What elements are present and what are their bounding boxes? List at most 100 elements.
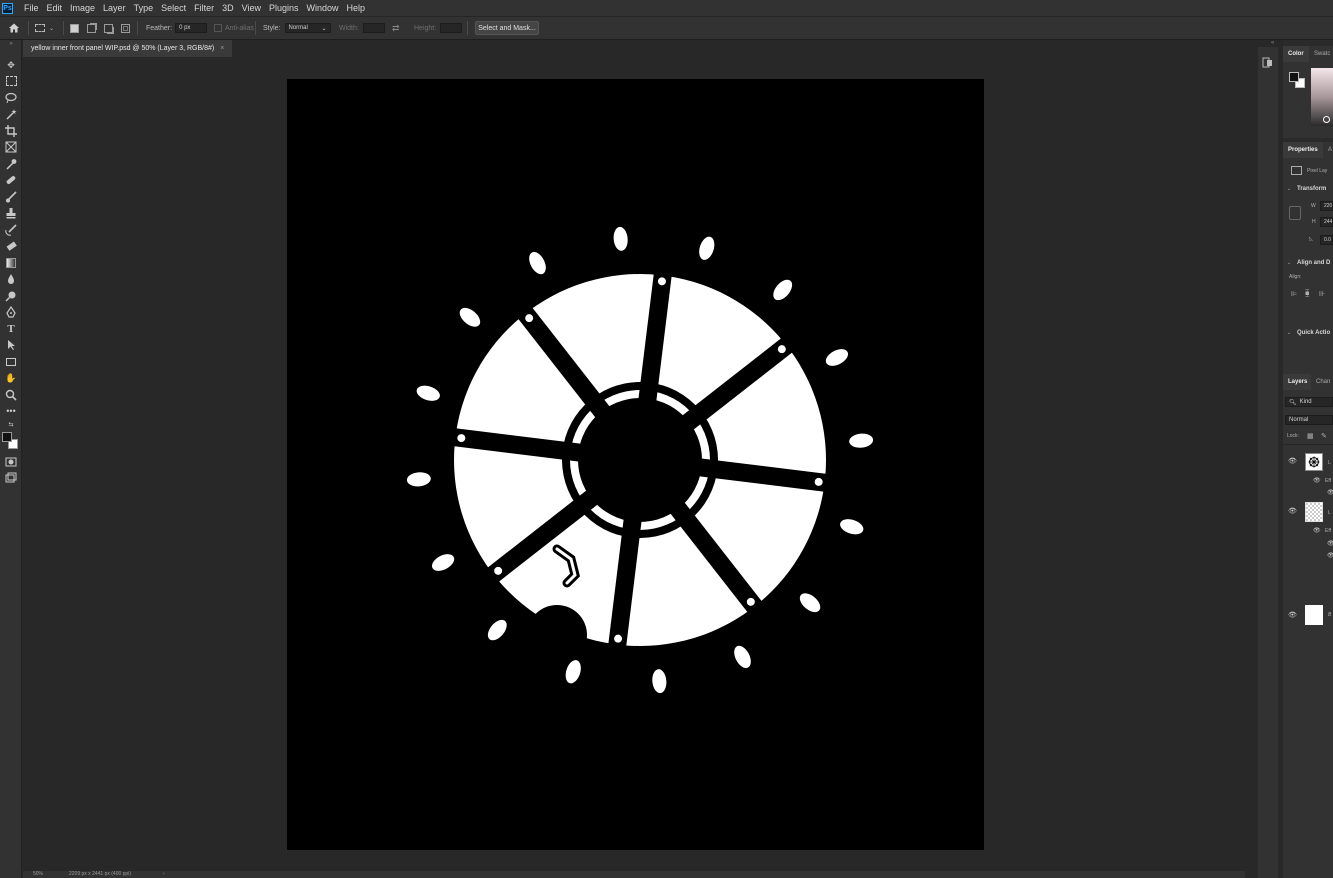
- layer-name[interactable]: B: [1328, 612, 1331, 618]
- effect-visibility-icon[interactable]: 👁︎: [1327, 540, 1333, 547]
- layer-filter-field[interactable]: 🔍︎ Kind: [1285, 397, 1333, 407]
- edit-toolbar-icon[interactable]: •••: [4, 404, 18, 418]
- menu-type[interactable]: Type: [130, 3, 158, 13]
- color-picker-cursor[interactable]: [1323, 116, 1330, 123]
- screen-mode-icon[interactable]: [4, 471, 18, 485]
- menu-filter[interactable]: Filter: [190, 3, 218, 13]
- brush-tool-icon[interactable]: [4, 190, 18, 204]
- menu-plugins[interactable]: Plugins: [265, 3, 303, 13]
- status-menu-arrow[interactable]: ›: [163, 871, 165, 877]
- color-picker-field[interactable]: [1311, 68, 1333, 126]
- spoke-end-dot: [525, 314, 534, 323]
- pen-tool-icon[interactable]: [4, 305, 18, 319]
- menu-image[interactable]: Image: [66, 3, 99, 13]
- tab-color[interactable]: Color: [1283, 46, 1309, 62]
- blend-mode-select[interactable]: Normal: [1285, 415, 1333, 425]
- tab-channels[interactable]: Chan: [1311, 374, 1333, 390]
- intersect-selection-icon[interactable]: [121, 23, 130, 33]
- close-icon[interactable]: ×: [220, 45, 224, 52]
- lasso-tool-icon[interactable]: [4, 91, 18, 105]
- libraries-panel-icon[interactable]: [1262, 55, 1273, 68]
- type-tool-icon[interactable]: T: [4, 322, 18, 336]
- quick-mask-icon[interactable]: [4, 455, 18, 469]
- visibility-eye-icon[interactable]: 👁︎: [1288, 611, 1297, 619]
- foreground-color-swatch[interactable]: [2, 432, 12, 442]
- antialias-checkbox[interactable]: [214, 24, 222, 32]
- zoom-tool-icon[interactable]: [4, 388, 18, 402]
- collapse-toolbar-icon[interactable]: »: [4, 40, 18, 48]
- tab-adjustments[interactable]: A: [1323, 142, 1333, 158]
- link-dimensions-icon[interactable]: [1289, 206, 1301, 220]
- home-button[interactable]: [8, 17, 20, 39]
- subtract-from-selection-icon[interactable]: [104, 23, 113, 33]
- tools-panel: » ✥ T ✋ ••• ⇆: [0, 40, 22, 878]
- hand-tool-icon[interactable]: ✋: [4, 371, 18, 385]
- effect-visibility-icon[interactable]: 👁︎: [1327, 552, 1333, 559]
- swap-dimensions-icon[interactable]: ⇄: [392, 23, 400, 34]
- style-value: Normal: [288, 25, 308, 31]
- lock-transparent-icon[interactable]: ▦: [1307, 432, 1314, 440]
- feather-input[interactable]: 0 px: [175, 23, 208, 33]
- visibility-eye-icon[interactable]: 👁︎: [1288, 457, 1297, 465]
- tab-layers[interactable]: Layers: [1283, 374, 1311, 390]
- height-field[interactable]: 244: [1320, 217, 1333, 227]
- blur-tool-icon[interactable]: [4, 272, 18, 286]
- marquee-preset-picker[interactable]: ⌄: [35, 17, 54, 39]
- menu-3d[interactable]: 3D: [218, 3, 238, 13]
- frame-tool-icon[interactable]: [4, 140, 18, 154]
- add-to-selection-icon[interactable]: [87, 23, 96, 33]
- marquee-tool-icon[interactable]: [4, 74, 18, 88]
- align-center-icon[interactable]: ⧯: [1305, 290, 1309, 298]
- document-canvas[interactable]: [287, 79, 984, 850]
- menu-select[interactable]: Select: [157, 3, 190, 13]
- style-select[interactable]: Normal ⌄: [284, 23, 331, 33]
- gradient-tool-icon[interactable]: [4, 256, 18, 270]
- tab-properties[interactable]: Properties: [1283, 142, 1323, 158]
- magic-wand-tool-icon[interactable]: [4, 107, 18, 121]
- chevron-down-icon: ⌄: [1287, 186, 1292, 192]
- quick-actions-heading[interactable]: Quick Actio: [1297, 330, 1330, 336]
- default-colors-icon[interactable]: ⇆: [4, 420, 18, 428]
- effect-visibility-icon[interactable]: 👁︎: [1327, 489, 1333, 496]
- menu-view[interactable]: View: [238, 3, 265, 13]
- new-selection-icon[interactable]: [70, 23, 79, 33]
- eraser-tool-icon[interactable]: [4, 239, 18, 253]
- healing-brush-tool-icon[interactable]: [4, 173, 18, 187]
- visibility-eye-icon[interactable]: 👁︎: [1288, 507, 1297, 515]
- chevron-down-icon: ⌄: [49, 25, 55, 32]
- effect-visibility-icon[interactable]: 👁︎: [1313, 477, 1321, 484]
- clone-stamp-tool-icon[interactable]: [4, 206, 18, 220]
- transform-heading[interactable]: Transform: [1297, 186, 1326, 192]
- move-tool-icon[interactable]: ✥: [4, 58, 18, 72]
- effect-visibility-icon[interactable]: 👁︎: [1313, 527, 1321, 534]
- zoom-level[interactable]: 50%: [33, 871, 43, 877]
- width-field[interactable]: 220: [1320, 201, 1333, 211]
- align-left-icon[interactable]: ⊫: [1291, 290, 1297, 298]
- menu-layer[interactable]: Layer: [99, 3, 130, 13]
- rectangle-tool-icon[interactable]: [4, 355, 18, 369]
- crop-tool-icon[interactable]: [4, 124, 18, 138]
- collapse-panels-icon[interactable]: «: [1271, 40, 1274, 46]
- align-right-icon[interactable]: ⊪: [1319, 290, 1325, 298]
- layer-kind-label: Pixel Lay: [1307, 168, 1328, 174]
- tab-swatches[interactable]: Swatc: [1309, 46, 1333, 62]
- document-tab[interactable]: yellow inner front panel WIP.psd @ 50% (…: [23, 40, 233, 57]
- history-brush-tool-icon[interactable]: [4, 223, 18, 237]
- pixel-layer-icon: [1291, 166, 1302, 175]
- wheel-handle: [849, 433, 874, 448]
- dodge-tool-icon[interactable]: [4, 289, 18, 303]
- lock-label: Lock:: [1287, 433, 1299, 439]
- layer-name[interactable]: L: [1328, 460, 1331, 466]
- select-and-mask-button[interactable]: Select and Mask...: [475, 21, 539, 35]
- menu-window[interactable]: Window: [303, 3, 343, 13]
- lock-brush-icon[interactable]: ✎: [1321, 432, 1327, 440]
- angle-field[interactable]: 0.0: [1320, 235, 1333, 245]
- menu-file[interactable]: File: [20, 3, 43, 13]
- layer-name[interactable]: L: [1328, 510, 1331, 516]
- path-selection-tool-icon[interactable]: [4, 338, 18, 352]
- color-fg-swatch[interactable]: [1289, 72, 1299, 82]
- menu-edit[interactable]: Edit: [43, 3, 67, 13]
- align-heading[interactable]: Align and D: [1297, 260, 1330, 266]
- eyedropper-tool-icon[interactable]: [4, 157, 18, 171]
- menu-help[interactable]: Help: [343, 3, 370, 13]
